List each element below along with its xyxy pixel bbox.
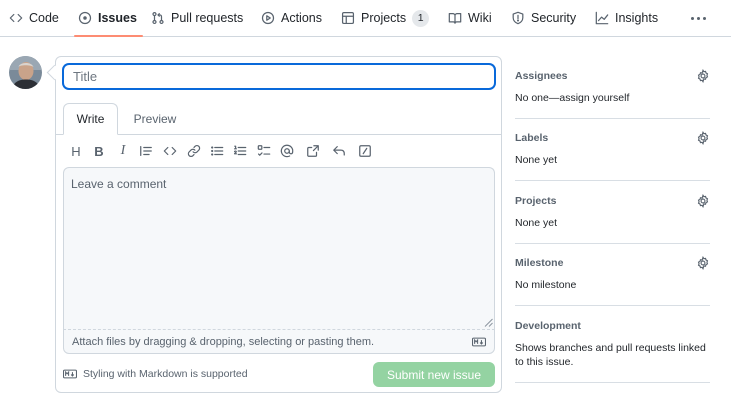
kebab-horizontal-icon[interactable]: [688, 8, 708, 28]
nav-tab-label: Insights: [615, 11, 659, 25]
sidebar-heading: Projects: [515, 195, 557, 207]
sidebar-heading: Development: [515, 320, 581, 332]
code-icon: [9, 13, 23, 23]
code-icon[interactable]: [160, 141, 180, 161]
nav-tab-code[interactable]: Code: [9, 0, 59, 36]
unordered-list-icon[interactable]: [207, 141, 227, 161]
gear-icon[interactable]: [696, 255, 710, 271]
nav-tab-pull-requests[interactable]: Pull requests: [151, 0, 243, 36]
book-icon: [448, 13, 462, 24]
quote-icon[interactable]: [136, 141, 156, 161]
sidebar-heading: Milestone: [515, 257, 564, 269]
nav-tab-wiki[interactable]: Wiki: [448, 0, 492, 36]
avatar[interactable]: [9, 56, 42, 89]
nav-tab-label: Pull requests: [171, 11, 244, 25]
comment-textarea[interactable]: [63, 167, 495, 329]
sidebar-development: Development Shows branches and pull requ…: [515, 320, 710, 383]
nav-tab-issues[interactable]: Issues: [74, 0, 143, 37]
bold-icon[interactable]: B: [89, 141, 109, 161]
markdown-supported-note[interactable]: Styling with Markdown is supported: [63, 368, 248, 380]
issue-title-input[interactable]: [63, 64, 495, 89]
attach-files-text: Attach files by dragging & dropping, sel…: [72, 335, 375, 348]
nav-tab-label: Security: [531, 11, 577, 25]
sidebar-projects: Projects None yet: [515, 193, 710, 244]
projects-count-badge: 1: [412, 9, 430, 27]
gear-icon[interactable]: [696, 68, 710, 84]
nav-tab-projects[interactable]: Projects 1: [341, 0, 430, 36]
cross-reference-icon[interactable]: [303, 141, 323, 161]
nav-tab-actions[interactable]: Actions: [261, 0, 322, 36]
nav-tab-label: Issues: [98, 11, 137, 25]
tab-write[interactable]: Write: [63, 103, 118, 135]
git-pull-request-icon: [152, 11, 164, 25]
heading-icon[interactable]: H: [66, 141, 86, 161]
nav-tab-label: Wiki: [468, 11, 492, 25]
development-value: Shows branches and pull requests linked …: [515, 342, 706, 368]
sidebar-heading: Labels: [515, 132, 549, 144]
table-icon: [341, 11, 355, 25]
slash-command-icon[interactable]: [355, 141, 375, 161]
tab-preview[interactable]: Preview: [126, 103, 184, 135]
milestone-value: No milestone: [515, 279, 577, 291]
task-list-icon[interactable]: [254, 141, 274, 161]
mention-icon[interactable]: [277, 141, 297, 161]
markdown-icon: [472, 337, 486, 347]
gear-icon[interactable]: [696, 130, 710, 146]
sidebar-milestone: Milestone No milestone: [515, 255, 710, 306]
submit-new-issue-button[interactable]: Submit new issue: [373, 362, 495, 387]
labels-value: None yet: [515, 154, 558, 166]
repo-nav: Code Issues Pull requests Actions Projec…: [0, 0, 731, 37]
italic-icon[interactable]: I: [113, 141, 133, 161]
shield-icon: [512, 11, 524, 25]
nav-tab-label: Actions: [281, 11, 322, 25]
markdown-icon: [63, 369, 77, 379]
assign-yourself-link[interactable]: No one—assign yourself: [515, 91, 629, 105]
projects-value: None yet: [515, 217, 558, 229]
reply-icon[interactable]: [329, 141, 349, 161]
play-icon: [261, 11, 275, 25]
markdown-note-text: Styling with Markdown is supported: [83, 368, 248, 380]
nav-tab-insights[interactable]: Insights: [595, 0, 658, 36]
graph-icon: [595, 11, 609, 25]
attach-files-bar[interactable]: Attach files by dragging & dropping, sel…: [63, 329, 495, 354]
link-icon[interactable]: [184, 141, 204, 161]
sidebar-labels: Labels None yet: [515, 130, 710, 181]
nav-tab-label: Projects: [361, 11, 407, 25]
nav-tab-security[interactable]: Security: [511, 0, 576, 36]
issue-opened-icon: [78, 11, 92, 25]
ordered-list-icon[interactable]: [230, 141, 250, 161]
sidebar-assignees: Assignees No one—assign yourself: [515, 68, 710, 119]
sidebar-heading: Assignees: [515, 70, 568, 82]
nav-tab-label: Code: [29, 11, 59, 25]
gear-icon[interactable]: [696, 193, 710, 209]
tabs-divider: [56, 134, 501, 135]
